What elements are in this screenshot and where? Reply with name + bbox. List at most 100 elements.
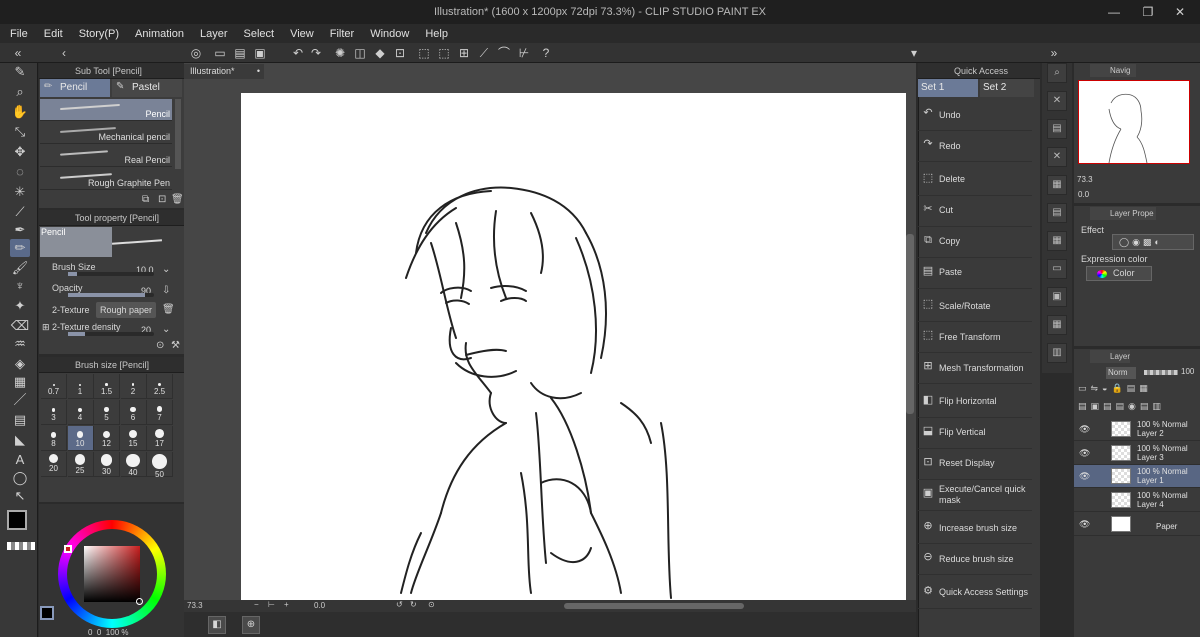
vertical-scrollbar[interactable]: [906, 234, 914, 414]
brush-size-cell[interactable]: 5: [94, 400, 120, 425]
hue-marker[interactable]: [64, 545, 72, 553]
collapse-left-icon[interactable]: «: [10, 45, 26, 61]
quick-access-item[interactable]: ⬚ Delete: [918, 165, 1032, 196]
close-icon[interactable]: ✕: [1172, 4, 1188, 20]
rotate-right-icon[interactable]: ↻: [410, 600, 417, 609]
new-file-icon[interactable]: ▭: [212, 45, 228, 61]
menu-select[interactable]: Select: [244, 28, 275, 40]
tab-set-2[interactable]: Set 2: [980, 79, 1034, 97]
copy-subtool-icon[interactable]: ⧉: [142, 194, 149, 205]
help-icon[interactable]: ?: [538, 45, 554, 61]
brush-size-slider[interactable]: [68, 272, 154, 276]
material-icon[interactable]: ▣: [1047, 287, 1067, 307]
ruler-snap-icon[interactable]: ⟋: [476, 45, 492, 61]
redo-icon[interactable]: ↷: [308, 45, 324, 61]
brush-size-cell[interactable]: 1.5: [94, 374, 120, 399]
move-tool-icon[interactable]: ✥: [10, 143, 30, 161]
menu-story[interactable]: Story(P): [79, 28, 119, 40]
menu-filter[interactable]: Filter: [330, 28, 354, 40]
brush-size-cell[interactable]: 12: [94, 426, 120, 451]
main-color-swatch[interactable]: [7, 510, 27, 530]
quick-access-item[interactable]: ⊖ Reduce brush size: [918, 544, 1032, 575]
close-tab-icon[interactable]: •: [257, 64, 260, 79]
menu-help[interactable]: Help: [425, 28, 448, 40]
deselect-icon[interactable]: ⬚: [416, 45, 432, 61]
document-tab[interactable]: Illustration* •: [184, 64, 264, 79]
brush-item-real-pencil[interactable]: Real Pencil: [40, 145, 172, 167]
material-icon[interactable]: ✕: [1047, 91, 1067, 111]
frame-tool-icon[interactable]: ▤: [10, 411, 30, 429]
quick-access-item[interactable]: ◧ Flip Horizontal: [918, 387, 1032, 418]
material-icon[interactable]: ▦: [1047, 315, 1067, 335]
rotate-reset-icon[interactable]: ⊙: [428, 600, 435, 609]
pen-tool-icon[interactable]: ✎: [10, 63, 30, 81]
grid-snap-icon[interactable]: ⊬: [516, 45, 532, 61]
quick-access-item[interactable]: ⊞ Mesh Transformation: [918, 353, 1032, 384]
minimize-icon[interactable]: —: [1106, 4, 1122, 20]
color-marker[interactable]: [136, 598, 143, 605]
clear-icon[interactable]: ◫: [352, 45, 368, 61]
material-icon[interactable]: ✕: [1047, 147, 1067, 167]
saturation-box[interactable]: [84, 546, 140, 602]
search-icon[interactable]: ⌕: [1047, 63, 1067, 83]
brush-size-cell[interactable]: 2.5: [147, 374, 173, 399]
material-icon[interactable]: ▦: [1047, 231, 1067, 251]
layer-item[interactable]: 👁 100 % Normal Layer 1: [1074, 465, 1200, 488]
brush-size-cell[interactable]: 0.7: [41, 374, 67, 399]
quick-access-item[interactable]: ⚙ Quick Access Settings: [918, 578, 1032, 609]
quick-access-item[interactable]: ↷ Redo: [918, 131, 1032, 162]
frame-icon[interactable]: ⊕: [242, 616, 260, 634]
selection-icon[interactable]: ⊞: [456, 45, 472, 61]
magic-wand-icon[interactable]: ✳: [10, 183, 30, 201]
transform-icon[interactable]: ⊡: [392, 45, 408, 61]
brush-size-cell[interactable]: 40: [120, 452, 147, 477]
texture-density-slider[interactable]: [68, 332, 154, 336]
brush-size-cell[interactable]: 7: [147, 400, 173, 425]
special-ruler-icon[interactable]: ⌒: [496, 45, 512, 61]
expand-icon[interactable]: ⊞: [42, 322, 50, 333]
open-file-icon[interactable]: ▤: [232, 45, 248, 61]
chevron-down-icon[interactable]: ⌄: [162, 264, 170, 275]
menu-window[interactable]: Window: [370, 28, 409, 40]
eyedropper-icon[interactable]: ⟋: [10, 203, 30, 221]
angle-readout[interactable]: 0.0: [314, 601, 325, 610]
zoom-in-icon[interactable]: +: [284, 600, 289, 609]
menu-edit[interactable]: Edit: [44, 28, 63, 40]
correct-line-tool-icon[interactable]: ↖: [10, 487, 30, 505]
texture-select[interactable]: Rough paper: [96, 302, 156, 318]
figure-tool-icon[interactable]: ／: [10, 391, 30, 409]
zoom-tool-icon[interactable]: ⌕: [10, 83, 30, 101]
eye-icon[interactable]: 👁: [1079, 448, 1090, 459]
brush-item-mechanical[interactable]: Mechanical pencil: [40, 122, 172, 144]
layer-item[interactable]: 👁 Paper: [1074, 513, 1200, 536]
layer-item[interactable]: 👁 100 % Normal Layer 2: [1074, 418, 1200, 441]
clip-studio-icon[interactable]: ◎: [188, 45, 204, 61]
menu-file[interactable]: File: [10, 28, 28, 40]
balloon-tool-icon[interactable]: ◯: [10, 469, 30, 487]
pen-icon[interactable]: ✒: [10, 221, 30, 239]
quick-access-item[interactable]: ▤ Paste: [918, 258, 1032, 289]
brush-size-cell[interactable]: 20: [41, 452, 67, 477]
layer-property-tab[interactable]: Layer Prope: [1090, 207, 1156, 220]
blend-mode-select[interactable]: Norm: [1106, 367, 1136, 379]
fill-tool-icon[interactable]: ◈: [10, 355, 30, 373]
blend-tool-icon[interactable]: ♒: [10, 335, 30, 353]
zoom-slider[interactable]: ⊢: [268, 600, 275, 609]
quick-access-item[interactable]: ✂ Cut: [918, 196, 1032, 227]
layer-lock-icons[interactable]: ▭⇋◒🔒▤▦: [1078, 383, 1196, 395]
chevron-down-icon[interactable]: ⌄: [162, 324, 170, 335]
brush-size-cell[interactable]: 3: [41, 400, 67, 425]
navigator-tab[interactable]: Navig: [1090, 64, 1136, 77]
zoom-out-icon[interactable]: −: [254, 600, 259, 609]
material-icon[interactable]: ▥: [1047, 343, 1067, 363]
pencil-tool-icon[interactable]: ✏: [10, 239, 30, 257]
layer-action-icons[interactable]: ▤▣▤▤◉▤▥: [1078, 401, 1196, 413]
tab-set-1[interactable]: Set 1: [918, 79, 978, 97]
layer-opacity-value[interactable]: 100: [1181, 367, 1194, 376]
brush-size-cell[interactable]: 50: [147, 452, 173, 479]
save-icon[interactable]: ▣: [252, 45, 268, 61]
hand-tool-icon[interactable]: ✋: [10, 103, 30, 121]
brush-size-cell[interactable]: 1: [67, 374, 94, 399]
busy-icon[interactable]: ✺: [332, 45, 348, 61]
ruler-tool-icon[interactable]: ◣: [10, 431, 30, 449]
